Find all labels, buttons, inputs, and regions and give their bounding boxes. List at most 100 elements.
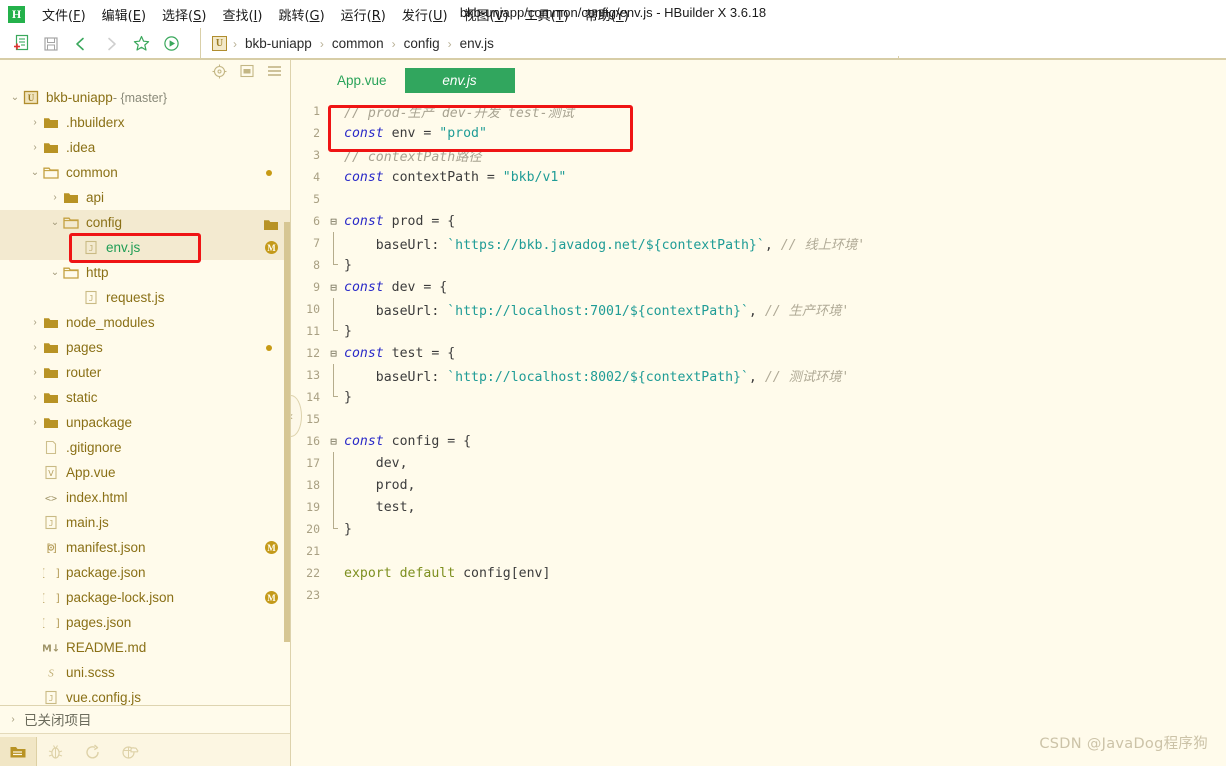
- editor-tab-app-vue[interactable]: App.vue: [319, 68, 405, 93]
- uniapp-project-icon: U: [22, 85, 40, 110]
- save-icon[interactable]: [36, 31, 66, 57]
- tree-item-readme-md[interactable]: M↓ README.md: [0, 635, 291, 660]
- chevron-down-icon[interactable]: ⌄: [48, 210, 62, 235]
- menu-item-1[interactable]: 编辑(E): [94, 2, 154, 27]
- tree-item-config[interactable]: ⌄ config: [0, 210, 291, 235]
- chevron-down-icon[interactable]: ⌄: [28, 160, 42, 185]
- chevron-right-icon[interactable]: ›: [48, 185, 62, 210]
- code-line[interactable]: 16 ⊟ const config = {: [291, 430, 1226, 452]
- code-line[interactable]: 14}: [291, 386, 1226, 408]
- code-line[interactable]: 13 baseUrl: `http://localhost:8002/${con…: [291, 364, 1226, 386]
- tree-item-common[interactable]: ⌄ common: [0, 160, 291, 185]
- fold-collapse-icon[interactable]: ⊟: [327, 347, 340, 360]
- menu-item-2[interactable]: 选择(S): [154, 2, 214, 27]
- forward-arrow-icon[interactable]: [96, 31, 126, 57]
- tree-item-label: common: [66, 165, 118, 180]
- code-line[interactable]: 4 const contextPath = "bkb/v1": [291, 166, 1226, 188]
- run-icon[interactable]: [156, 31, 186, 57]
- code-line[interactable]: 22 export default config[env]: [291, 562, 1226, 584]
- chevron-right-icon[interactable]: ›: [28, 360, 42, 385]
- breadcrumb-item-3[interactable]: env.js: [458, 36, 496, 51]
- chevron-right-icon[interactable]: ›: [28, 410, 42, 435]
- tree-item-pages[interactable]: › pages: [0, 335, 291, 360]
- tree-item-package-lock-json[interactable]: [ ] package-lock.json M: [0, 585, 291, 610]
- code-line[interactable]: 9 ⊟ const dev = {: [291, 276, 1226, 298]
- tree-item-request-js[interactable]: Jrequest.js: [0, 285, 291, 310]
- code-line[interactable]: 21: [291, 540, 1226, 562]
- closed-projects-row[interactable]: › 已关闭项目: [0, 706, 291, 732]
- tree-item-pages-json[interactable]: [ ] pages.json: [0, 610, 291, 635]
- code-line[interactable]: 18 prod,: [291, 474, 1226, 496]
- tree-item-main-js[interactable]: Jmain.js: [0, 510, 291, 535]
- menu-item-3[interactable]: 查找(I): [214, 2, 270, 27]
- tree-item-node-modules[interactable]: › node_modules: [0, 310, 291, 335]
- menu-item-6[interactable]: 发行(U): [394, 2, 456, 27]
- tree-item-vue-config-js[interactable]: Jvue.config.js: [0, 685, 291, 705]
- menu-item-5[interactable]: 运行(R): [333, 2, 394, 27]
- code-area[interactable]: 1 // prod-生产 dev-开发 test-测试 2 const env = "…: [291, 100, 1226, 606]
- code-line[interactable]: 7 baseUrl: `https://bkb.javadog.net/${co…: [291, 232, 1226, 254]
- code-line[interactable]: 17 dev,: [291, 452, 1226, 474]
- folder-shortcut-icon[interactable]: [263, 217, 279, 232]
- menu-item-4[interactable]: 跳转(G): [270, 2, 332, 27]
- code-line[interactable]: 2 const env = "prod": [291, 122, 1226, 144]
- code-line[interactable]: 8}: [291, 254, 1226, 276]
- twisty-placeholder: [28, 635, 42, 660]
- locate-file-icon[interactable]: [212, 64, 227, 79]
- tree-item-unpackage[interactable]: › unpackage: [0, 410, 291, 435]
- chevron-down-icon[interactable]: ⌄: [8, 85, 22, 110]
- breadcrumb-item-1[interactable]: common: [330, 36, 386, 51]
- menu-item-7[interactable]: 视图(V): [456, 2, 517, 27]
- code-line[interactable]: 5: [291, 188, 1226, 210]
- tree-item--hbuilderx[interactable]: › .hbuilderx: [0, 110, 291, 135]
- tree-item--idea[interactable]: › .idea: [0, 135, 291, 160]
- code-line[interactable]: 3 // contextPath路径: [291, 144, 1226, 166]
- chevron-right-icon[interactable]: ›: [28, 335, 42, 360]
- tree-item--gitignore[interactable]: .gitignore: [0, 435, 291, 460]
- tree-item-http[interactable]: ⌄ http: [0, 260, 291, 285]
- chevron-down-icon[interactable]: ⌄: [48, 260, 62, 285]
- collapse-all-icon[interactable]: [240, 64, 254, 78]
- tree-item-uni-scss[interactable]: Suni.scss: [0, 660, 291, 685]
- code-line[interactable]: 12 ⊟ const test = {: [291, 342, 1226, 364]
- code-line[interactable]: 20}: [291, 518, 1226, 540]
- code-line[interactable]: 23: [291, 584, 1226, 606]
- tree-item-index-html[interactable]: <> index.html: [0, 485, 291, 510]
- code-line[interactable]: 6 ⊟ const prod = {: [291, 210, 1226, 232]
- tree-item-bkb-uniapp[interactable]: ⌄ Ubkb-uniapp - {master}: [0, 85, 291, 110]
- tree-item-api[interactable]: › api: [0, 185, 291, 210]
- breadcrumb-item-2[interactable]: config: [402, 36, 442, 51]
- tree-item-label: .idea: [66, 140, 96, 155]
- tree-item-app-vue[interactable]: V App.vue: [0, 460, 291, 485]
- debug-tab[interactable]: [37, 737, 74, 767]
- code-line[interactable]: 19 test,: [291, 496, 1226, 518]
- code-line[interactable]: 15: [291, 408, 1226, 430]
- tree-item-env-js[interactable]: Jenv.js M: [0, 235, 291, 260]
- new-file-icon[interactable]: [6, 31, 36, 57]
- tree-item-manifest-json[interactable]: [] manifest.json M: [0, 535, 291, 560]
- fold-collapse-icon[interactable]: ⊟: [327, 281, 340, 294]
- fold-collapse-icon[interactable]: ⊟: [327, 435, 340, 448]
- code-line[interactable]: 1 // prod-生产 dev-开发 test-测试: [291, 100, 1226, 122]
- code-line[interactable]: 11}: [291, 320, 1226, 342]
- star-icon[interactable]: [126, 31, 156, 57]
- chevron-right-icon[interactable]: ›: [28, 135, 42, 160]
- sync-tab[interactable]: [74, 737, 111, 767]
- back-arrow-icon[interactable]: [66, 31, 96, 57]
- tree-item-static[interactable]: › static: [0, 385, 291, 410]
- code-line[interactable]: 10 baseUrl: `http://localhost:7001/${con…: [291, 298, 1226, 320]
- menu-item-8[interactable]: 工具(T): [517, 2, 577, 27]
- menu-icon[interactable]: [267, 64, 282, 78]
- tree-item-package-json[interactable]: [ ] package.json: [0, 560, 291, 585]
- chevron-right-icon[interactable]: ›: [28, 310, 42, 335]
- editor-tab-env-js[interactable]: env.js: [404, 67, 515, 93]
- tree-item-router[interactable]: › router: [0, 360, 291, 385]
- menu-item-0[interactable]: 文件(F): [34, 2, 94, 27]
- project-explorer-tab[interactable]: [0, 736, 37, 767]
- menu-item-9[interactable]: 帮助(Y): [577, 2, 637, 27]
- fold-collapse-icon[interactable]: ⊟: [327, 215, 340, 228]
- breadcrumb-item-0[interactable]: bkb-uniapp: [243, 36, 314, 51]
- chevron-right-icon[interactable]: ›: [28, 110, 42, 135]
- chevron-right-icon[interactable]: ›: [28, 385, 42, 410]
- cloud-tab[interactable]: [111, 737, 148, 767]
